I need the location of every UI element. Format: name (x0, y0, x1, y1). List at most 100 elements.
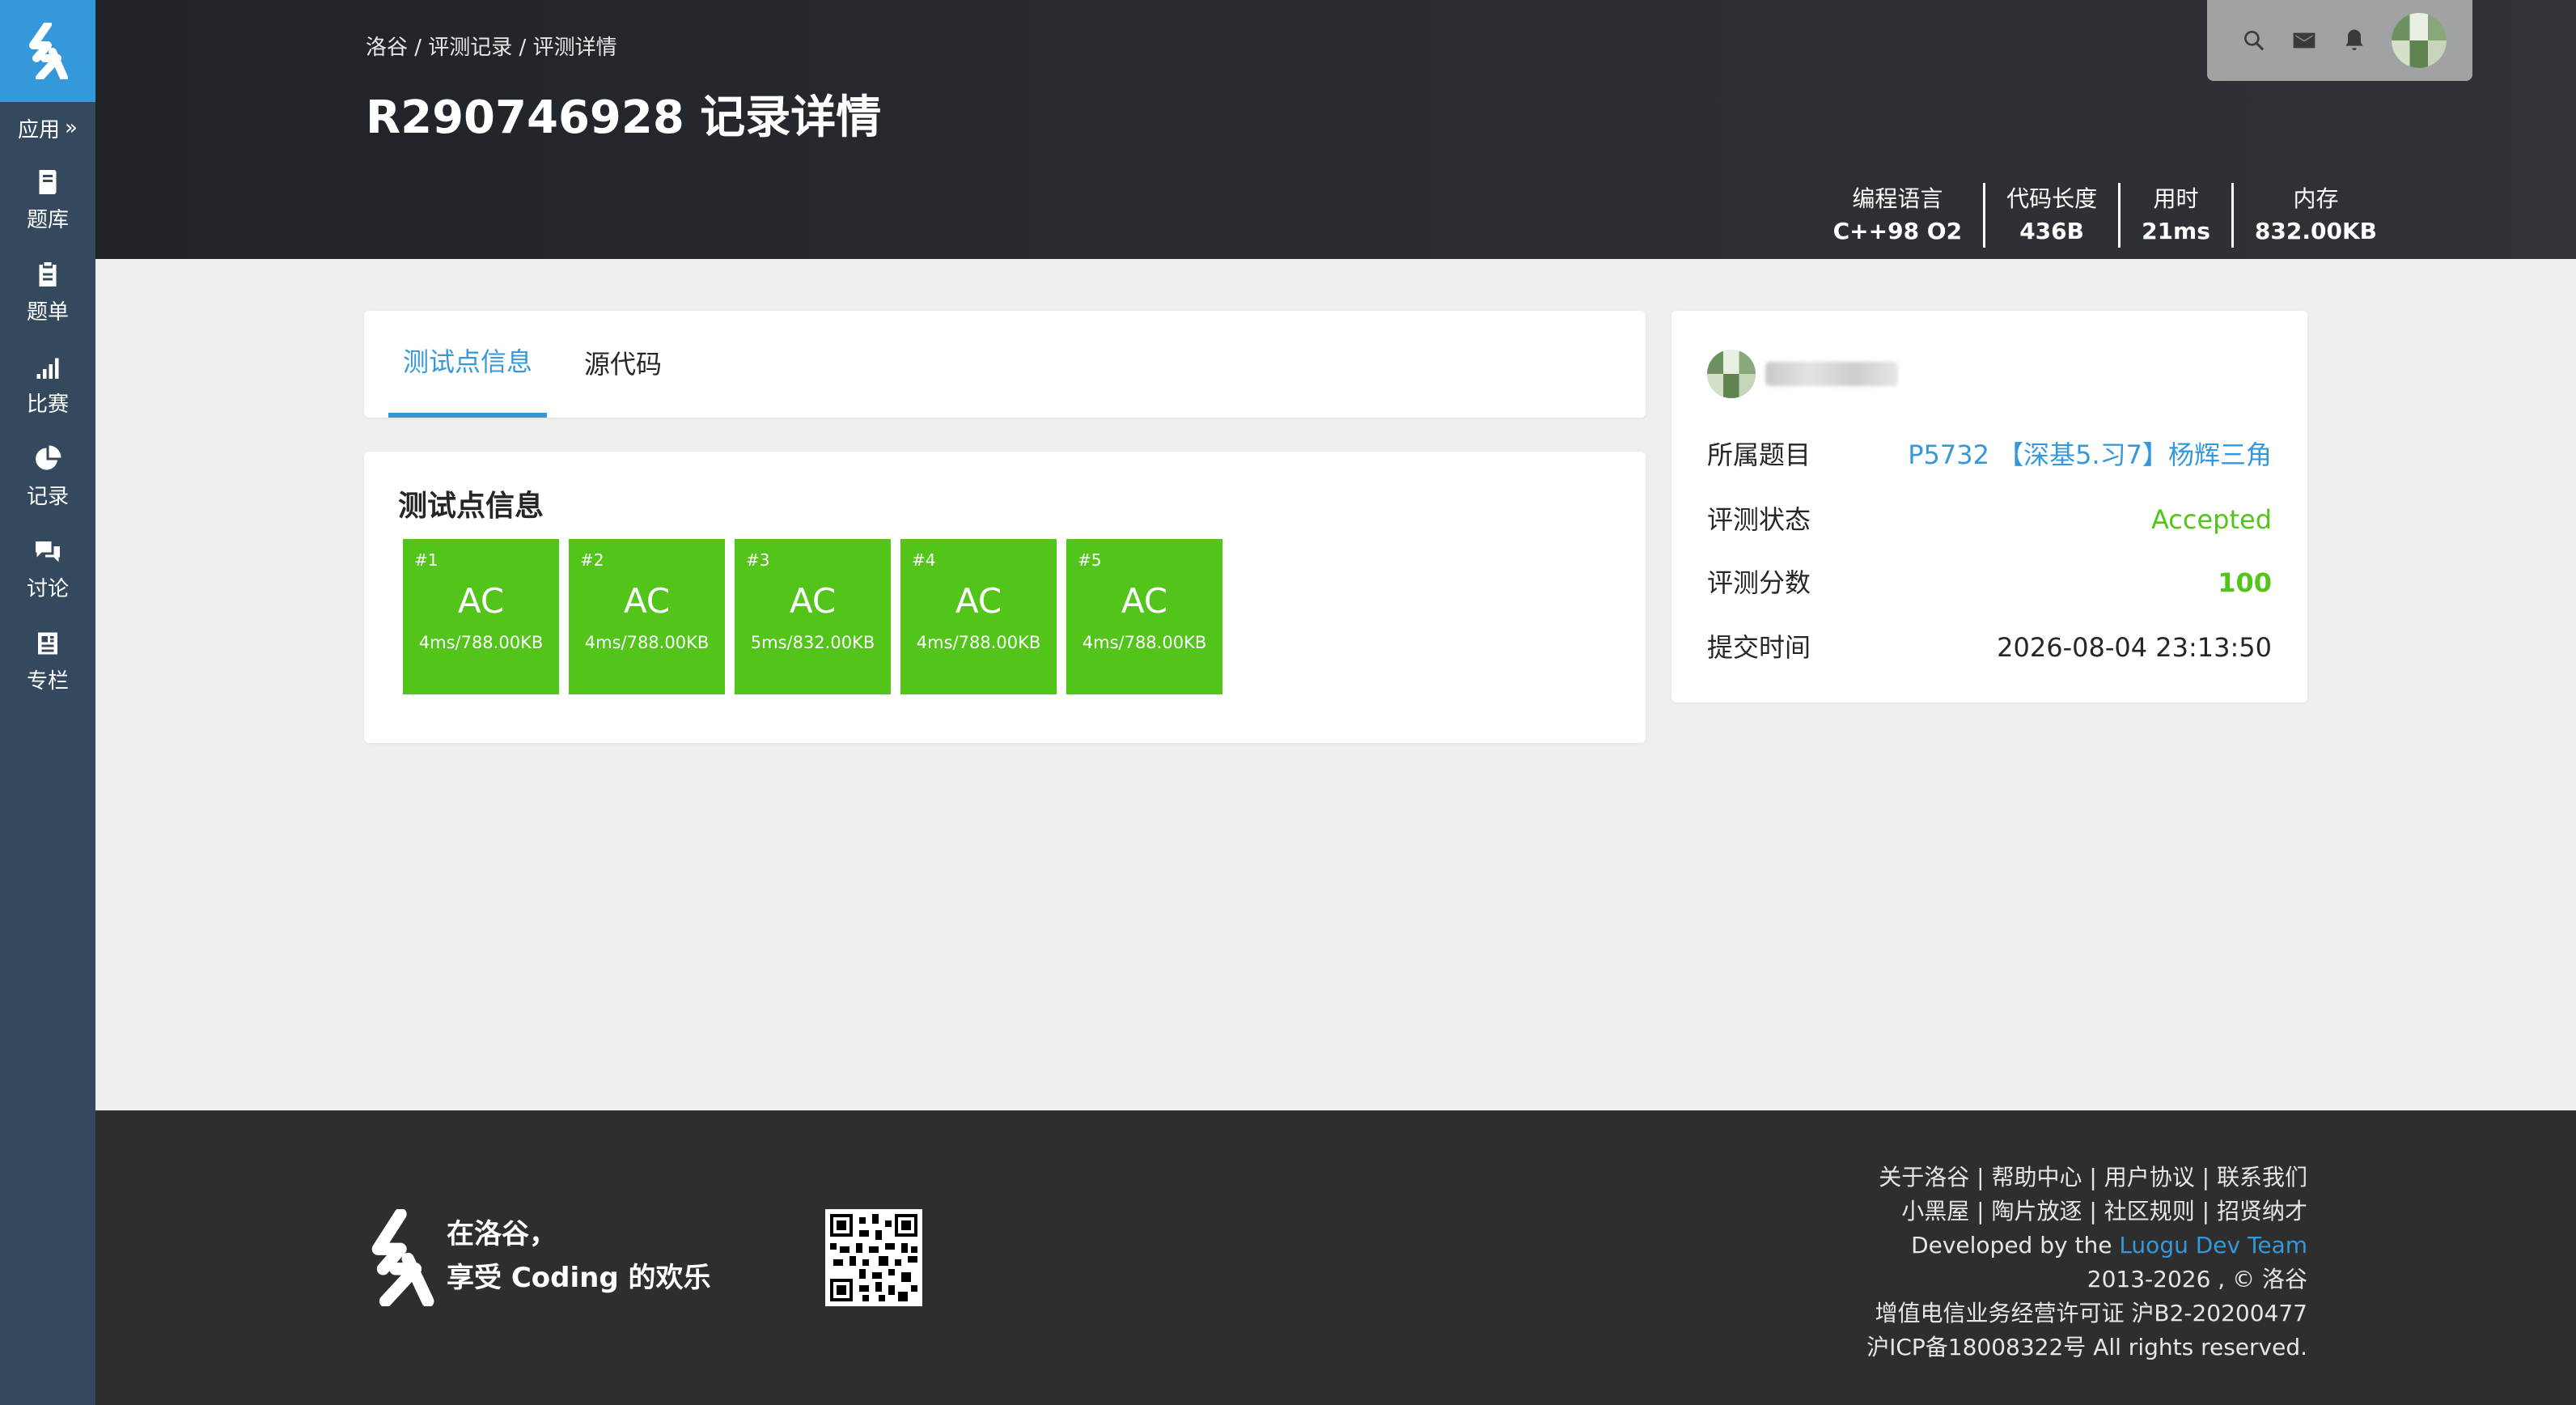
page-header: 洛谷 / 评测记录 / 评测详情 R290746928 记录详情 编程语言 C+… (95, 0, 2576, 259)
book-icon (39, 169, 57, 194)
footer-link-blacklist[interactable]: 小黑屋 (1901, 1198, 1969, 1225)
footer-link-ostracism[interactable]: 陶片放逐 (1991, 1198, 2082, 1225)
stat-code-length: 代码长度 436B (1983, 183, 2118, 248)
stat-language: 编程语言 C++98 O2 (1812, 183, 1983, 248)
stat-value: 436B (2019, 218, 2084, 244)
avatar[interactable] (2392, 13, 2447, 68)
info-label: 提交时间 (1707, 632, 1811, 663)
sidebar-item-contest[interactable]: 比赛 (0, 338, 95, 431)
bell-icon[interactable] (2341, 28, 2367, 53)
icp[interactable]: 沪ICP备18008322号 All rights reserved. (1866, 1331, 2307, 1365)
stat-label: 编程语言 (1852, 185, 1943, 212)
test-case-number: #1 (414, 550, 439, 570)
stat-memory: 内存 832.00KB (2231, 183, 2398, 248)
stat-value: 21ms (2142, 218, 2210, 244)
apps-label: 应用 (18, 117, 61, 142)
footer-link-contact[interactable]: 联系我们 (2217, 1164, 2307, 1191)
footer-link-rules[interactable]: 社区规则 (2104, 1198, 2195, 1225)
stat-label: 内存 (2293, 185, 2339, 212)
developed-prefix: Developed by the (1911, 1232, 2120, 1259)
footer-link-help[interactable]: 帮助中心 (1991, 1164, 2082, 1191)
info-row-status: 评测状态 Accepted (1707, 500, 2272, 539)
sidebar-item-record[interactable]: 记录 (0, 431, 95, 523)
avatar[interactable] (1707, 350, 1756, 398)
apps-menu[interactable]: 应用 » (0, 102, 95, 154)
sidebar-item-discuss[interactable]: 讨论 (0, 523, 95, 615)
sidebar-item-blog[interactable]: 专栏 (0, 615, 95, 707)
test-case-status: AC (1121, 581, 1168, 621)
problem-link[interactable]: P5732 【深基5.习7】杨辉三角 (1908, 435, 2272, 474)
tab-test-info[interactable]: 测试点信息 (388, 311, 548, 418)
test-case-status: AC (457, 581, 505, 621)
sidebar-item-label: 题库 (26, 207, 69, 232)
chat-bubbles-icon (36, 541, 60, 562)
stat-value: C++98 O2 (1832, 218, 1963, 244)
page-title: R290746928 记录详情 (366, 91, 882, 144)
license[interactable]: 增值电信业务经营许可证 沪B2-20200477 (1866, 1297, 2307, 1331)
info-label: 评测状态 (1707, 504, 1811, 535)
test-case-detail: 4ms/788.00KB (916, 633, 1041, 652)
sidebar: 应用 » 题库 题单 比赛 记录 讨论 专栏 (0, 0, 95, 1405)
dev-team-link[interactable]: Luogu Dev Team (2119, 1232, 2307, 1259)
score-value: 100 (2218, 567, 2272, 598)
test-case[interactable]: #2 AC 4ms/788.00KB (569, 539, 725, 694)
footer-link-jobs[interactable]: 招贤纳才 (2217, 1198, 2307, 1225)
test-case-number: #5 (1078, 550, 1102, 570)
test-case-detail: 5ms/832.00KB (750, 633, 875, 652)
submitter[interactable] (1707, 350, 1898, 398)
test-case[interactable]: #3 AC 5ms/832.00KB (735, 539, 891, 694)
footer-link-about[interactable]: 关于洛谷 (1879, 1164, 1969, 1191)
pie-chart-icon (36, 445, 61, 469)
footer-links-row: 小黑屋 | 陶片放逐 | 社区规则 | 招贤纳才 (1901, 1198, 2307, 1225)
test-cases-title: 测试点信息 (398, 490, 544, 523)
test-cases-card: 测试点信息 #1 AC 4ms/788.00KB #2 AC 4ms/788.0… (364, 452, 1646, 743)
test-case-detail: 4ms/788.00KB (1082, 633, 1207, 652)
test-case-status: AC (789, 581, 837, 621)
info-label: 评测分数 (1707, 567, 1811, 598)
footer: 在洛谷， 享受 Coding 的欢乐 关于洛谷 | 帮助中心 | 用户协议 | … (95, 1110, 2576, 1405)
record-stats: 编程语言 C++98 O2 代码长度 436B 用时 21ms 内存 832.0… (1812, 183, 2398, 248)
double-chevron-right-icon: » (65, 116, 78, 140)
test-case-number: #3 (746, 550, 770, 570)
test-case-status: AC (955, 581, 1002, 621)
sidebar-item-training[interactable]: 题单 (0, 246, 95, 338)
clipboard-icon (39, 261, 57, 287)
search-icon[interactable] (2241, 28, 2267, 53)
stat-time: 用时 21ms (2118, 183, 2231, 248)
slogan-line: 在洛谷， (447, 1218, 557, 1250)
record-info-card: 所属题目 P5732 【深基5.习7】杨辉三角 评测状态 Accepted 评测… (1671, 311, 2307, 702)
test-case[interactable]: #5 AC 4ms/788.00KB (1066, 539, 1222, 694)
test-case-status: AC (623, 581, 671, 621)
newspaper-icon (38, 632, 57, 654)
test-case[interactable]: #1 AC 4ms/788.00KB (403, 539, 559, 694)
mail-icon[interactable] (2291, 28, 2317, 53)
sidebar-item-label: 比赛 (26, 392, 69, 417)
copyright: 2013-2026 , © 洛谷 (2087, 1266, 2307, 1293)
info-row-problem: 所属题目 P5732 【深基5.习7】杨辉三角 (1707, 435, 2272, 474)
test-case[interactable]: #4 AC 4ms/788.00KB (900, 539, 1057, 694)
luogu-logo[interactable] (0, 0, 95, 102)
test-cases-grid: #1 AC 4ms/788.00KB #2 AC 4ms/788.00KB #3… (403, 539, 1222, 694)
info-label: 所属题目 (1707, 439, 1811, 470)
footer-link-terms[interactable]: 用户协议 (2104, 1164, 2195, 1191)
user-toolbar (2207, 0, 2472, 81)
sidebar-item-label: 讨论 (26, 576, 69, 601)
qr-code (825, 1209, 922, 1306)
test-case-number: #2 (580, 550, 604, 570)
tab-source-code[interactable]: 源代码 (570, 311, 676, 418)
sidebar-item-problems[interactable]: 题库 (0, 154, 95, 246)
sidebar-item-label: 记录 (26, 484, 69, 509)
stat-label: 用时 (2153, 185, 2199, 212)
footer-slogan: 在洛谷， 享受 Coding 的欢乐 (447, 1212, 711, 1300)
luogu-logo-icon (29, 23, 68, 79)
signal-bars-icon (36, 358, 59, 379)
slogan-line: 享受 Coding 的欢乐 (447, 1262, 711, 1294)
sidebar-item-label: 专栏 (26, 669, 69, 694)
breadcrumb[interactable]: 洛谷 / 评测记录 / 评测详情 (366, 31, 617, 61)
username-redacted[interactable] (1765, 362, 1898, 386)
qr-code-icon (830, 1214, 917, 1301)
stat-value: 832.00KB (2254, 218, 2377, 244)
test-case-detail: 4ms/788.00KB (584, 633, 710, 652)
status-value: Accepted (2150, 504, 2272, 535)
test-case-number: #4 (912, 550, 936, 570)
